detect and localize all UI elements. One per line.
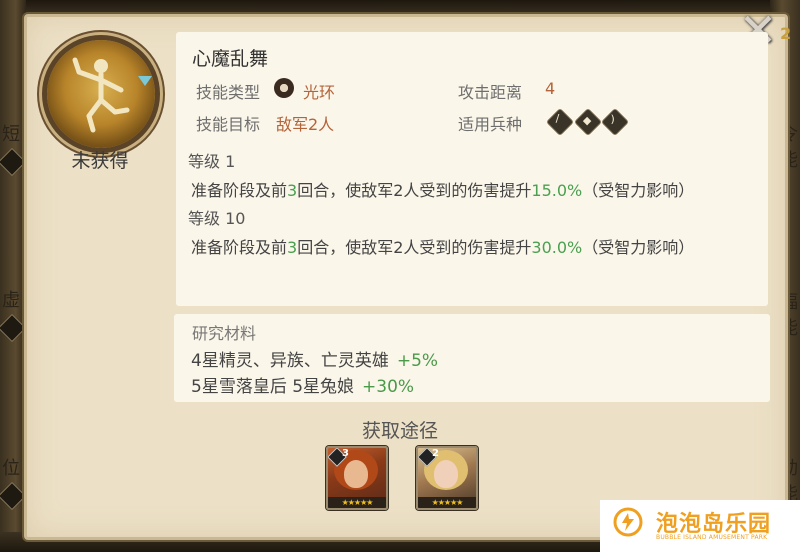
hero-face [344,460,368,488]
material-line: 4星精灵、异族、亡灵英雄 +5% [191,346,438,371]
desc-rounds: 3 [287,238,298,257]
skill-info-card [176,32,768,306]
desc-percent: 15.0% [531,181,583,200]
material-text: 5星雪落皇后 5星兔娘 [191,377,355,397]
hero-face [434,460,458,488]
materials-title: 研究材料 [192,324,257,343]
material-bonus: +5% [396,351,439,371]
gem-icon [138,76,152,86]
attack-range-label: 攻击距离 [458,83,523,102]
material-line: 5星雪落皇后 5星兔娘 +30% [191,372,414,397]
watermark-logo-icon [613,507,643,537]
material-bonus: +30% [362,377,415,397]
level-label: 等级 10 [188,209,246,228]
troop-type-label: 适用兵种 [458,115,523,134]
hero-level: 2 [432,448,439,459]
hero-level: 3 [342,448,349,459]
desc-text: 准备阶段及前 [191,181,288,200]
desc-text: （受智力影响） [582,181,695,200]
skill-target-label: 技能目标 [196,115,261,134]
aura-icon [274,78,294,98]
skill-type-value: 光环 [303,83,336,102]
skill-type-label: 技能类型 [196,83,261,102]
skill-target-value: 敌军2人 [276,115,335,134]
bg-text: 位 [2,458,20,479]
acquire-title: 获取途径 [361,420,438,442]
hero-card-2[interactable]: 2 ★★★★★ [416,446,478,510]
desc-text: （受智力影响） [582,238,695,257]
level-description: 准备阶段及前3回合，使敌军2人受到的伤害提升30.0%（受智力影响） [191,234,694,258]
desc-rounds: 3 [287,181,298,200]
level-label: 等级 1 [188,152,236,171]
skill-medallion [47,40,155,148]
desc-text: 准备阶段及前 [191,238,288,257]
desc-text: 回合，使敌军2人受到的伤害提升 [297,181,532,200]
material-text: 4星精灵、异族、亡灵英雄 [191,351,389,371]
skill-name: 心魔乱舞 [192,48,269,70]
desc-percent: 30.0% [531,238,583,257]
bg-text: 虚 [2,290,20,311]
bg-text: 短 [2,124,20,145]
hero-card-1[interactable]: 3 ★★★★★ [326,446,388,510]
watermark-subtext: BUBBLE ISLAND AMUSEMENT PARK [656,534,768,541]
bg-count-text: 2 [780,24,792,43]
attack-range-value: 4 [545,79,556,98]
hero-stars: ★★★★★ [328,497,386,508]
puppet-icon [72,57,130,133]
hero-stars: ★★★★★ [418,497,476,508]
level-description: 准备阶段及前3回合，使敌军2人受到的伤害提升15.0%（受智力影响） [191,177,694,201]
desc-text: 回合，使敌军2人受到的伤害提升 [297,238,532,257]
acquired-status: 未获得 [71,150,129,172]
